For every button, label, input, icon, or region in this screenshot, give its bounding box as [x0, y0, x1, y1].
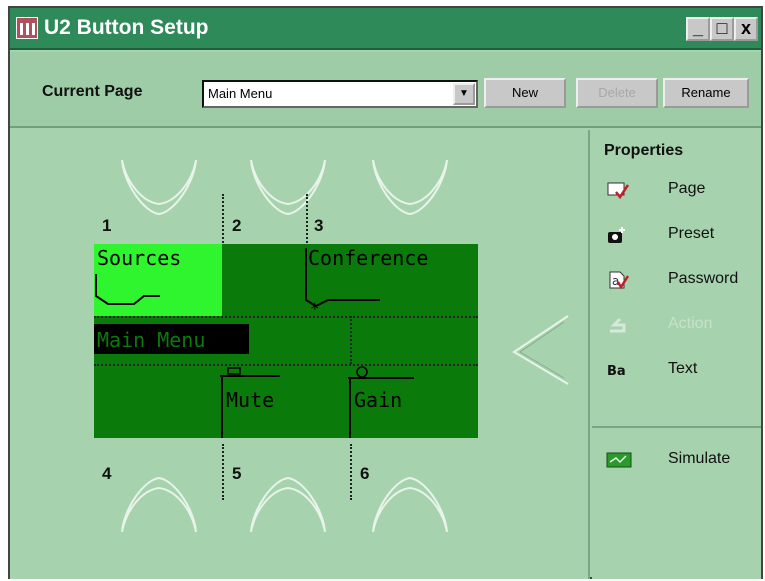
rename-button[interactable]: Rename: [663, 78, 749, 108]
button-6-knob[interactable]: [365, 468, 455, 538]
gain-label[interactable]: Gain: [354, 388, 402, 412]
button-3-knob[interactable]: [365, 154, 455, 224]
button-2-knob[interactable]: [243, 154, 333, 224]
property-password-label: Password: [668, 270, 739, 287]
screen-divider-top: [94, 316, 478, 318]
button-4-knob[interactable]: [114, 468, 204, 538]
current-page-label: Current Page: [42, 83, 143, 100]
properties-panel: Properties Page Preset a Password Action: [592, 130, 761, 579]
lcd-screen-preview: Sources Conference * Main Menu Mute Gain: [94, 244, 478, 438]
maximize-button[interactable]: □: [710, 17, 734, 41]
button-1-knob[interactable]: [114, 154, 204, 224]
title-bar[interactable]: U2 Button Setup _ □ x: [10, 8, 761, 50]
svg-text:Ba: Ba: [607, 364, 626, 379]
properties-heading: Properties: [604, 142, 684, 159]
current-page-value: Main Menu: [208, 86, 273, 101]
property-page-label: Page: [668, 180, 706, 197]
property-page[interactable]: Page: [606, 178, 756, 204]
minimize-button[interactable]: _: [686, 17, 710, 41]
mute-label[interactable]: Mute: [226, 388, 274, 412]
dropdown-arrow-icon[interactable]: ▼: [453, 83, 475, 105]
property-password[interactable]: a Password: [606, 268, 756, 294]
properties-separator: [592, 426, 761, 428]
button-number-5: 5: [232, 464, 242, 483]
sources-label: Sources: [97, 246, 182, 270]
u2-button-setup-window: U2 Button Setup _ □ x Current Page Main …: [8, 6, 763, 579]
button-number-2: 2: [232, 216, 242, 235]
action-icon: [606, 315, 630, 335]
leader-line-6: [350, 444, 352, 500]
simulate-button[interactable]: Simulate: [606, 448, 756, 474]
window-title: U2 Button Setup: [44, 16, 209, 39]
main-menu-title: Main Menu: [97, 328, 206, 352]
property-text[interactable]: Ba Text: [606, 358, 756, 384]
simulate-icon: [606, 450, 632, 470]
new-button[interactable]: New: [484, 78, 566, 108]
leader-line-3: [306, 194, 308, 250]
delete-button: Delete: [576, 78, 658, 108]
page-icon: [606, 180, 630, 200]
leader-line-2: [222, 194, 224, 250]
button-number-3: 3: [314, 216, 324, 235]
sources-connector-icon: [95, 274, 160, 305]
conference-connector-icon: *: [305, 248, 380, 318]
leader-line-5: [222, 444, 224, 500]
back-chevron-icon[interactable]: [506, 310, 576, 390]
svg-text:a: a: [612, 274, 619, 288]
simulate-label: Simulate: [668, 450, 731, 467]
preset-icon: [606, 225, 630, 245]
app-icon: [16, 17, 38, 39]
property-text-label: Text: [668, 360, 698, 377]
page-toolbar: Current Page Main Menu ▼ New Delete Rena…: [10, 52, 761, 128]
property-preset[interactable]: Preset: [606, 223, 756, 249]
button-number-6: 6: [360, 464, 370, 483]
button-number-1: 1: [102, 216, 112, 235]
close-button[interactable]: x: [734, 17, 758, 41]
text-icon: Ba: [606, 360, 630, 380]
button-number-4: 4: [102, 464, 112, 483]
property-preset-label: Preset: [668, 225, 715, 242]
current-page-dropdown[interactable]: Main Menu ▼: [202, 80, 478, 108]
property-action-label: Action: [668, 315, 713, 332]
password-icon: a: [606, 270, 630, 290]
screen-divider-vertical: [350, 316, 352, 364]
property-action: Action: [606, 313, 756, 339]
button-5-knob[interactable]: [243, 468, 333, 538]
